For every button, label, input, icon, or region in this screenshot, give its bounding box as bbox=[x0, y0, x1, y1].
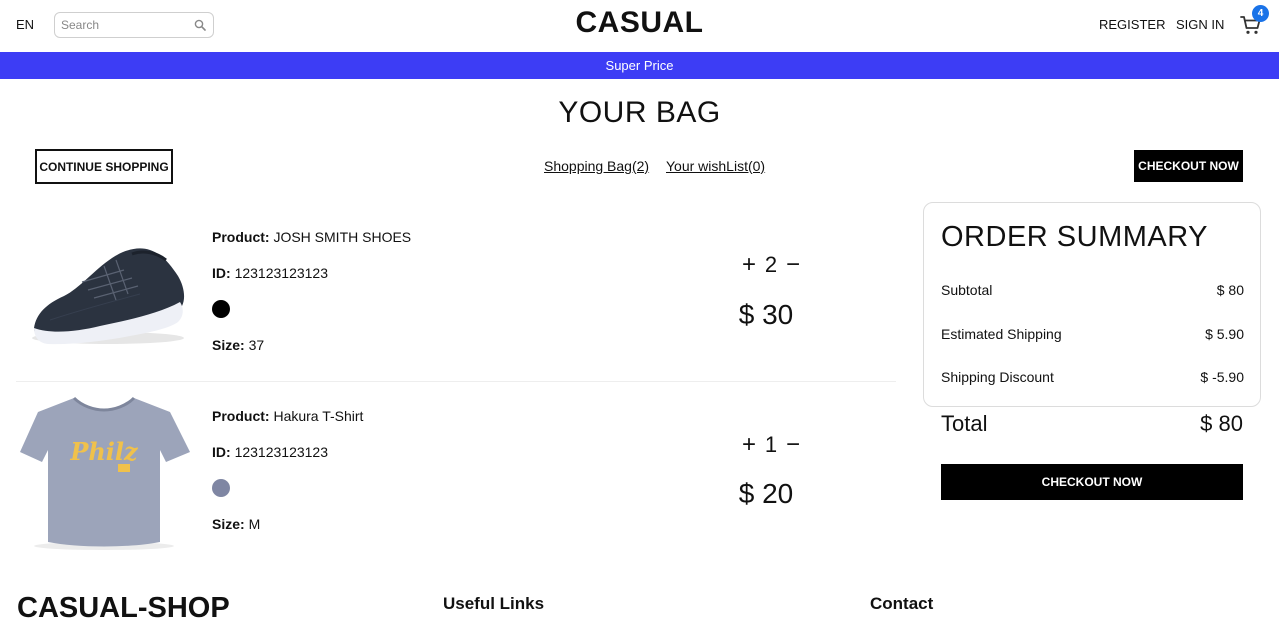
subtotal-row: Subtotal $ 80 bbox=[941, 282, 1244, 298]
wishlist-link[interactable]: Your wishList(0) bbox=[666, 158, 765, 174]
site-logo[interactable]: CASUAL bbox=[0, 6, 1279, 40]
subtotal-value: $ 80 bbox=[1216, 282, 1244, 298]
product-name-value: Hakura T-Shirt bbox=[273, 408, 364, 424]
sign-in-link[interactable]: SIGN IN bbox=[1176, 17, 1224, 32]
product-name-value: JOSH SMITH SHOES bbox=[273, 229, 412, 245]
checkout-now-button[interactable]: CHECKOUT NOW bbox=[941, 464, 1243, 500]
product-id-value: 123123123123 bbox=[234, 444, 328, 460]
order-summary-title: ORDER SUMMARY bbox=[941, 221, 1208, 253]
product-price: $ 30 bbox=[738, 299, 794, 330]
id-label: ID: bbox=[212, 444, 231, 460]
product-label: Product: bbox=[212, 408, 270, 424]
continue-shopping-button[interactable]: CONTINUE SHOPPING bbox=[35, 149, 173, 184]
product-size: Size: M bbox=[212, 516, 260, 532]
footer-brand: CASUAL-SHOP bbox=[17, 592, 230, 624]
product-id: ID: 123123123123 bbox=[212, 444, 328, 460]
product-label: Product: bbox=[212, 229, 270, 245]
total-row: Total $ 80 bbox=[941, 411, 1243, 437]
tshirt-image[interactable]: Philz bbox=[20, 390, 192, 550]
checkout-now-top-button[interactable]: CHECKOUT NOW bbox=[1134, 150, 1243, 182]
footer-useful-links-heading: Useful Links bbox=[443, 594, 545, 613]
discount-label: Shipping Discount bbox=[941, 369, 1054, 385]
product-name: Product: JOSH SMITH SHOES bbox=[212, 229, 411, 245]
discount-row: Shipping Discount $ -5.90 bbox=[941, 369, 1244, 385]
announcement-banner: Super Price bbox=[0, 52, 1279, 79]
total-label: Total bbox=[941, 411, 988, 436]
subtotal-label: Subtotal bbox=[941, 282, 993, 298]
shipping-label: Estimated Shipping bbox=[941, 326, 1062, 342]
product-size-value: M bbox=[248, 516, 261, 532]
quantity-value: 1 bbox=[764, 432, 778, 457]
cart-count-badge: 4 bbox=[1252, 5, 1269, 22]
size-label: Size: bbox=[212, 516, 245, 532]
product-size-value: 37 bbox=[248, 337, 265, 353]
order-summary-panel: ORDER SUMMARY Subtotal $ 80 Estimated Sh… bbox=[923, 202, 1261, 407]
quantity-value: 2 bbox=[764, 252, 778, 277]
site-header: EN CASUAL REGISTER SIGN IN 4 bbox=[0, 0, 1279, 52]
register-link[interactable]: REGISTER bbox=[1099, 17, 1165, 32]
increase-quantity-button[interactable]: + bbox=[740, 251, 758, 279]
decrease-quantity-button[interactable]: − bbox=[784, 251, 802, 279]
product-id-value: 123123123123 bbox=[234, 265, 328, 281]
footer-contact-heading: Contact bbox=[870, 594, 934, 613]
page-title: YOUR BAG bbox=[558, 96, 721, 129]
quantity-stepper: + 1 − bbox=[740, 431, 804, 459]
id-label: ID: bbox=[212, 265, 231, 281]
increase-quantity-button[interactable]: + bbox=[740, 431, 758, 459]
product-id: ID: 123123123123 bbox=[212, 265, 328, 281]
decrease-quantity-button[interactable]: − bbox=[784, 431, 802, 459]
product-size: Size: 37 bbox=[212, 337, 264, 353]
sneaker-image[interactable] bbox=[20, 210, 192, 370]
product-color-swatch bbox=[212, 300, 230, 318]
shipping-value: $ 5.90 bbox=[1205, 326, 1244, 342]
shopping-bag-link[interactable]: Shopping Bag(2) bbox=[544, 158, 649, 174]
product-price: $ 20 bbox=[738, 478, 794, 509]
discount-value: $ -5.90 bbox=[1200, 369, 1244, 385]
product-color-swatch bbox=[212, 479, 230, 497]
quantity-stepper: + 2 − bbox=[740, 251, 804, 279]
size-label: Size: bbox=[212, 337, 245, 353]
shipping-row: Estimated Shipping $ 5.90 bbox=[941, 326, 1244, 342]
total-value: $ 80 bbox=[1200, 411, 1243, 436]
product-name: Product: Hakura T-Shirt bbox=[212, 408, 363, 424]
cart-item: Philz Product: Hakura T-Shirt ID: 123123… bbox=[16, 381, 896, 559]
cart-item: Product: JOSH SMITH SHOES ID: 1231231231… bbox=[16, 202, 896, 380]
tshirt-print-text: Philz bbox=[69, 437, 139, 466]
